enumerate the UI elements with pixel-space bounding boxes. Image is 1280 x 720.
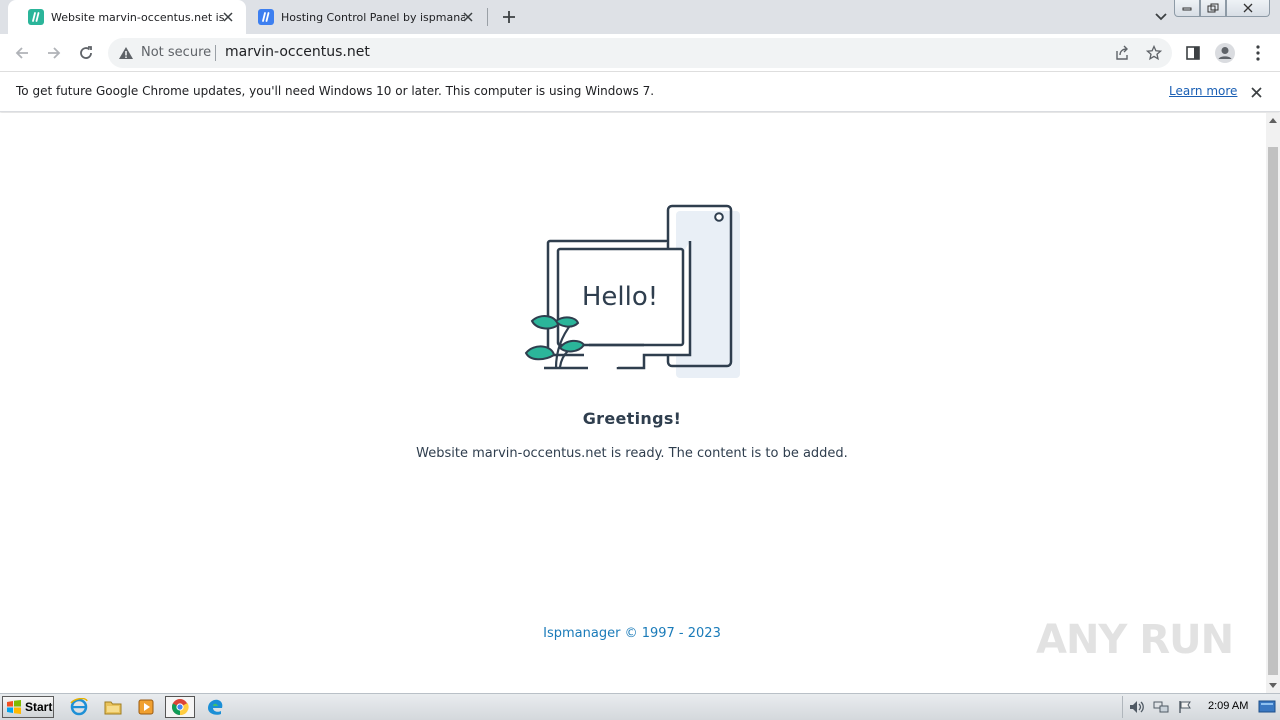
infobar-message: To get future Google Chrome updates, you… bbox=[16, 84, 655, 98]
chevron-down-icon bbox=[1269, 683, 1277, 688]
explorer-taskbar-button[interactable] bbox=[102, 697, 124, 717]
arrow-right-icon bbox=[48, 47, 61, 59]
new-tab-button[interactable] bbox=[499, 7, 519, 27]
edge-icon bbox=[208, 699, 223, 715]
tab-website-ready[interactable]: Website marvin-occentus.net is ready bbox=[8, 0, 246, 34]
minimize-button[interactable] bbox=[1174, 0, 1200, 17]
action-center-flag-icon[interactable] bbox=[1177, 699, 1193, 715]
volume-icon[interactable] bbox=[1129, 699, 1145, 715]
page-message: Website marvin-occentus.net is ready. Th… bbox=[416, 446, 848, 461]
ispmanager-icon bbox=[258, 9, 274, 25]
network-icon[interactable] bbox=[1153, 699, 1169, 715]
page-content: Hello! Greetings! Website marvin-occentu… bbox=[0, 113, 1266, 693]
security-label[interactable]: Not secure bbox=[141, 45, 211, 60]
start-label: Start bbox=[25, 700, 53, 714]
anyrun-logo: ANY RUN bbox=[1036, 617, 1234, 663]
internet-explorer-icon bbox=[70, 698, 88, 716]
close-icon bbox=[1250, 86, 1262, 98]
window-close-button[interactable] bbox=[1226, 0, 1270, 17]
browser-toolbar: Not secure marvin-occentus.net bbox=[0, 34, 1280, 72]
forward-button[interactable] bbox=[42, 41, 66, 65]
address-separator bbox=[215, 45, 216, 61]
chrome-taskbar-button[interactable] bbox=[165, 696, 195, 718]
tab-separator bbox=[487, 8, 488, 26]
scroll-down-arrow[interactable] bbox=[1266, 679, 1280, 693]
media-player-taskbar-button[interactable] bbox=[135, 697, 157, 717]
tab-title: Hosting Control Panel by ispmanager bbox=[281, 10, 465, 24]
page-heading: Greetings! bbox=[582, 409, 682, 428]
warning-icon[interactable] bbox=[118, 45, 134, 61]
tab-strip: Website marvin-occentus.net is ready Hos… bbox=[0, 0, 1280, 34]
update-infobar: To get future Google Chrome updates, you… bbox=[0, 72, 1280, 112]
side-panel-icon bbox=[1186, 46, 1200, 60]
tab-hosting-control-panel[interactable]: Hosting Control Panel by ispmanager bbox=[238, 0, 486, 34]
reload-button[interactable] bbox=[74, 41, 98, 65]
minimize-icon bbox=[1182, 7, 1192, 11]
back-button[interactable] bbox=[10, 41, 34, 65]
kebab-menu-icon bbox=[1256, 45, 1260, 61]
screen: Website marvin-occentus.net is ready Hos… bbox=[0, 0, 1280, 720]
chevron-down-icon bbox=[1155, 13, 1167, 21]
taskbar-clock[interactable]: 2:09 AM bbox=[1208, 700, 1248, 712]
chrome-icon bbox=[171, 699, 189, 716]
show-desktop-icon[interactable] bbox=[1258, 699, 1276, 714]
address-bar[interactable]: Not secure marvin-occentus.net bbox=[108, 38, 1172, 68]
windows-taskbar: Start 2:09 AM bbox=[0, 693, 1280, 720]
page-scrollbar[interactable] bbox=[1266, 113, 1280, 693]
plus-icon bbox=[503, 11, 515, 23]
share-icon[interactable] bbox=[1114, 45, 1130, 61]
tab-search-button[interactable] bbox=[1151, 7, 1171, 27]
close-icon bbox=[1243, 3, 1253, 13]
internet-explorer-taskbar-button[interactable] bbox=[68, 697, 90, 717]
profile-button[interactable] bbox=[1213, 41, 1237, 65]
tab-title: Website marvin-occentus.net is ready bbox=[51, 10, 227, 24]
reload-icon bbox=[80, 46, 92, 59]
window-controls bbox=[1174, 0, 1270, 18]
close-tab-icon[interactable] bbox=[460, 9, 476, 25]
windows-logo-icon bbox=[7, 700, 21, 714]
bookmark-star-icon[interactable] bbox=[1146, 45, 1162, 61]
hello-text: Hello! bbox=[582, 282, 658, 312]
scroll-up-arrow[interactable] bbox=[1266, 113, 1280, 127]
chevron-up-icon bbox=[1269, 118, 1277, 123]
folder-icon bbox=[104, 701, 122, 715]
side-panel-button[interactable] bbox=[1181, 41, 1205, 65]
infobar-close-button[interactable] bbox=[1247, 83, 1265, 101]
ispmanager-icon bbox=[28, 9, 44, 25]
watermark-text: ANY RUN bbox=[1036, 617, 1233, 663]
media-player-icon bbox=[138, 699, 154, 715]
url-text[interactable]: marvin-occentus.net bbox=[225, 44, 370, 60]
edge-taskbar-button[interactable] bbox=[204, 697, 226, 717]
restore-button[interactable] bbox=[1200, 0, 1226, 17]
learn-more-link[interactable]: Learn more bbox=[1169, 84, 1237, 98]
restore-icon bbox=[1207, 3, 1219, 13]
avatar-icon bbox=[1215, 43, 1235, 63]
start-button[interactable]: Start bbox=[2, 696, 54, 718]
close-tab-icon[interactable] bbox=[220, 9, 236, 25]
arrow-left-icon bbox=[15, 47, 28, 59]
menu-button[interactable] bbox=[1246, 41, 1270, 65]
scrollbar-thumb[interactable] bbox=[1268, 147, 1278, 675]
system-tray: 2:09 AM bbox=[1122, 696, 1280, 718]
anyrun-watermark: ANY RUN bbox=[1036, 607, 1236, 667]
hello-illustration: Hello! bbox=[524, 204, 740, 378]
